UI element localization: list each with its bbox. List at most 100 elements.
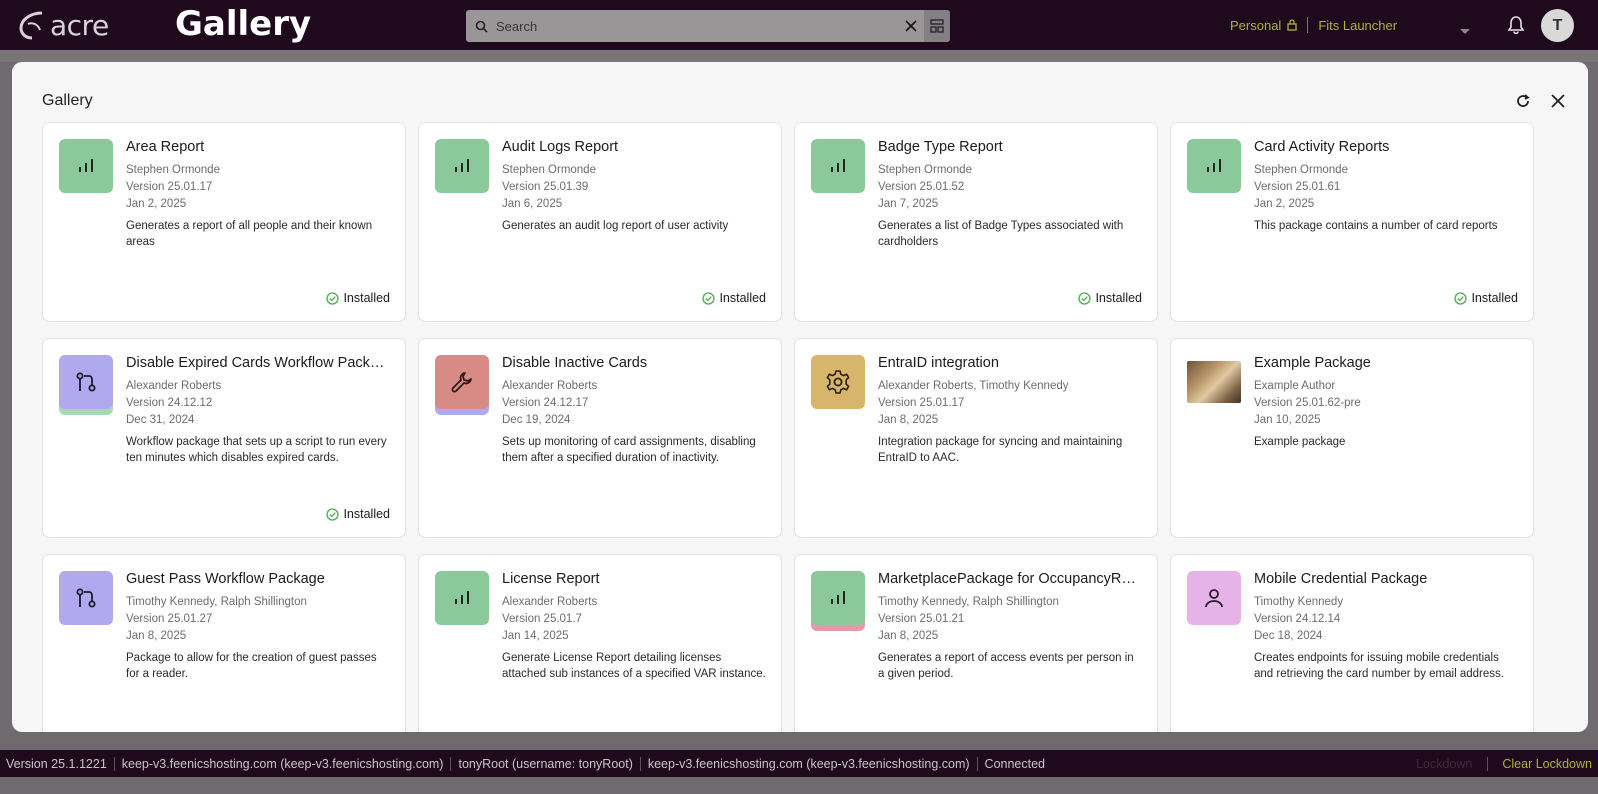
package-grid: Area Report Stephen Ormonde Version 25.01.… [42,122,1572,732]
package-card[interactable]: License Report Alexander Roberts Version 2… [418,554,782,732]
gallery-modal: Gallery Area Report Stephen Ormonde Versio… [12,62,1588,732]
installed-label: Installed [343,507,390,521]
refresh-icon [1517,94,1530,107]
avatar[interactable]: T [1541,9,1574,42]
acre-logo[interactable]: acre [18,8,109,42]
modal-title: Gallery [42,92,93,109]
package-icon-wrapper [1187,139,1241,199]
package-card[interactable]: EntraID integration Alexander Roberts, Ti… [794,338,1158,538]
package-title: Mobile Credential Package [1254,571,1428,587]
divider [1307,17,1309,33]
package-title: Example Package [1254,355,1371,371]
package-icon-wrapper [811,571,865,631]
package-author: Alexander Roberts, Timothy Kennedy [878,380,1069,392]
package-description: Generates a report of access events per … [878,652,1134,680]
bell-icon[interactable] [1507,15,1525,39]
package-version: Version 25.01.39 [502,181,589,193]
package-icon-wrapper [1187,355,1241,415]
package-icon-wrapper [435,355,489,415]
package-description: Generates a report of all people and the… [126,220,373,248]
server-host: keep-v3.feenicshosting.com (keep-v3.feen… [115,756,452,771]
package-date: Jan 6, 2025 [502,198,563,210]
package-version: Version 24.12.12 [126,397,213,409]
check-circle-icon [702,291,716,305]
package-version: Version 24.12.14 [1254,613,1341,625]
package-card[interactable]: Badge Type Report Stephen Ormonde Version … [794,122,1158,322]
close-icon [1551,94,1565,108]
package-version: Version 25.01.7 [502,613,582,625]
package-date: Jan 8, 2025 [878,630,939,642]
package-icon-wrapper [59,571,113,631]
package-author: Stephen Ormonde [126,164,220,176]
person-icon [1187,571,1241,625]
package-card[interactable]: Area Report Stephen Ormonde Version 25.01.… [42,122,406,322]
package-date: Jan 10, 2025 [1254,414,1321,426]
package-icon-wrapper [435,139,489,199]
package-date: Jan 2, 2025 [1254,198,1315,210]
package-date: Jan 2, 2025 [126,198,187,210]
installed-label: Installed [1095,291,1142,305]
chart-bars-icon [811,139,865,193]
package-version: Version 25.01.52 [878,181,965,193]
package-title: EntraID integration [878,355,999,371]
package-version: Version 24.12.17 [502,397,589,409]
gear-icon [811,355,865,409]
package-card[interactable]: Card Activity Reports Stephen Ormonde Vers… [1170,122,1534,322]
lockdown-button[interactable]: Lockdown [1401,757,1487,771]
package-date: Jan 8, 2025 [126,630,187,642]
wrench-icon [435,355,489,409]
page-heading: Gallery [175,4,312,44]
package-description: Generates a list of Badge Types associat… [878,220,1124,248]
chevron-down-icon[interactable] [1460,22,1470,40]
package-card[interactable]: Example Package Example Author Version 25.… [1170,338,1534,538]
package-card[interactable]: Disable Expired Cards Workflow Pack… Alex… [42,338,406,538]
check-circle-icon [1454,291,1468,305]
clear-search-icon[interactable] [898,10,924,42]
package-version: Version 25.01.62-pre [1254,397,1361,409]
chart-bars-icon [435,139,489,193]
package-icon-wrapper [435,571,489,631]
chart-bars-icon [811,571,865,625]
package-card[interactable]: Mobile Credential Package Timothy Kennedy… [1170,554,1534,732]
current-user: tonyRoot (username: tonyRoot) [451,756,641,771]
package-title: Audit Logs Report [502,139,619,155]
workflow-icon [59,355,113,409]
package-date: Dec 18, 2024 [1254,630,1323,642]
app-version: Version 25.1.1221 [0,756,115,771]
check-circle-icon [326,291,340,305]
clear-lockdown-button[interactable]: Clear Lockdown [1487,756,1598,771]
package-version: Version 25.01.17 [126,181,213,193]
package-thumbnail [1187,361,1241,403]
package-card[interactable]: Guest Pass Workflow Package Timothy Kenne… [42,554,406,732]
workflow-icon [59,571,113,625]
close-button[interactable] [1547,90,1569,112]
chart-bars-icon [1187,139,1241,193]
package-description: Integration package for syncing and main… [878,436,1123,464]
package-date: Jan 8, 2025 [878,414,939,426]
installed-label: Installed [719,291,766,305]
package-title: Disable Expired Cards Workflow Pack… [126,355,385,371]
installed-status: Installed [326,507,390,521]
package-description: Workflow package that sets up a script t… [126,436,387,464]
package-date: Jan 7, 2025 [878,198,939,210]
package-description: Creates endpoints for issuing mobile cre… [1254,652,1504,680]
refresh-button[interactable] [1512,90,1534,112]
package-card[interactable]: MarketplacePackage for OccupancyR… Timoth… [794,554,1158,732]
tenant-switcher[interactable]: Personal Fits Launcher [1230,17,1397,33]
top-bar: acre Gallery Personal Fits Launcher T [0,0,1598,50]
package-title: Card Activity Reports [1254,139,1390,155]
search-input[interactable] [496,18,898,34]
package-title: License Report [502,571,600,587]
installed-label: Installed [1471,291,1518,305]
filter-icon[interactable] [924,10,950,42]
package-title: Badge Type Report [878,139,1003,155]
lock-icon [1287,19,1297,31]
package-author: Timothy Kennedy, Ralph Shillington [126,596,307,608]
logo-mark-icon [19,11,43,40]
package-card[interactable]: Audit Logs Report Stephen Ormonde Version … [418,122,782,322]
package-author: Stephen Ormonde [502,164,596,176]
package-card[interactable]: Disable Inactive Cards Alexander Roberts V… [418,338,782,538]
package-author: Timothy Kennedy [1254,596,1344,608]
package-description: Example package [1254,436,1346,448]
package-icon-wrapper [59,139,113,199]
